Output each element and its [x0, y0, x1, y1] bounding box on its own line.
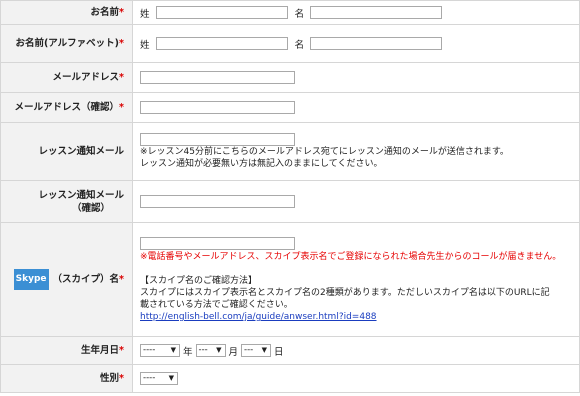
form-row-email: メールアドレス* [0, 62, 580, 93]
form-row-skype: Skype （スカイプ）名* ※電話番号やメールアドレス、スカイプ表示名でご登録に… [0, 222, 580, 337]
label-cell-skype: Skype （スカイプ）名* [0, 222, 133, 337]
field-cell-name-alpha: 姓 名 [132, 24, 580, 63]
year-unit: 年 [183, 346, 193, 358]
field-cell-notify: ※レッスン45分前にこちらのメールアドレス宛てにレッスン通知のメールが送信されま… [132, 122, 580, 181]
notify-confirm-label: レッスン通知メール [38, 189, 124, 201]
form-row-gender: 性別* ---- ▼ [0, 364, 580, 393]
month-unit: 月 [228, 346, 239, 358]
form-row-email-confirm: メールアドレス（確認）* [0, 92, 580, 123]
form-row-name: お名前* 姓 名 [0, 0, 580, 25]
required-mark: * [119, 373, 124, 384]
required-mark: * [119, 38, 124, 49]
first-name-input[interactable] [310, 6, 443, 19]
gender-select[interactable]: ---- ▼ [140, 372, 178, 385]
email-label: メールアドレス [52, 72, 120, 83]
label-cell-gender: 性別* [0, 364, 133, 393]
name-label: お名前 [90, 7, 120, 18]
field-cell-email [132, 62, 580, 93]
last-name-alpha-input[interactable] [155, 37, 288, 50]
last-name-input[interactable] [155, 6, 288, 19]
label-cell-birthday: 生年月日* [0, 336, 133, 365]
skype-warning: ※電話番号やメールアドレス、スカイプ表示名でご登録になられた場合先生からのコール… [140, 252, 562, 262]
field-cell-birthday: ---- ▼ 年 --- ▼ 月 --- ▼ 日 [132, 336, 580, 365]
field-cell-gender: ---- ▼ [132, 364, 580, 393]
email-confirm-label: メールアドレス（確認） [14, 102, 120, 113]
skype-info-title: 【スカイプ名のご確認方法】 [140, 276, 258, 286]
first-name-alpha-input[interactable] [310, 37, 443, 50]
skype-label: （スカイプ）名 [52, 274, 120, 285]
birth-year-select[interactable]: ---- ▼ [140, 344, 180, 357]
form-row-notify-confirm: レッスン通知メール （確認） [0, 180, 580, 223]
notify-confirm-sublabel: （確認） [71, 202, 110, 214]
label-cell-notify: レッスン通知メール [0, 122, 133, 181]
required-mark: * [119, 274, 124, 285]
birth-day-value: --- [244, 345, 254, 355]
field-cell-notify-confirm [132, 180, 580, 223]
notify-email-input[interactable] [140, 133, 295, 146]
birth-year-value: ---- [143, 345, 156, 355]
required-mark: * [119, 7, 124, 18]
gender-value: ---- [143, 373, 156, 383]
sei-label: 姓 [140, 39, 150, 51]
sei-label: 姓 [140, 8, 150, 20]
gender-label: 性別 [100, 373, 120, 384]
chevron-down-icon: ▼ [216, 346, 222, 354]
required-mark: * [119, 72, 124, 83]
chevron-down-icon: ▼ [261, 346, 268, 354]
notify-label: レッスン通知メール [38, 146, 124, 157]
mei-label: 名 [294, 8, 305, 20]
email-confirm-input[interactable] [140, 101, 295, 114]
birthday-label: 生年月日 [81, 345, 120, 356]
label-cell-email-confirm: メールアドレス（確認）* [0, 92, 133, 123]
birth-month-select[interactable]: --- ▼ [195, 344, 226, 357]
field-cell-email-confirm [132, 92, 580, 123]
day-unit: 日 [274, 346, 284, 358]
email-input[interactable] [140, 71, 295, 84]
birth-day-select[interactable]: --- ▼ [241, 344, 272, 357]
name-alpha-label: お名前(アルファベット) [15, 38, 120, 49]
form-row-notify: レッスン通知メール ※レッスン45分前にこちらのメールアドレス宛てにレッスン通知… [0, 122, 580, 181]
registration-form: お名前* 姓 名 お名前(アルファベット)* 姓 名 メールアドレス* メールア… [0, 0, 580, 393]
skype-info-line-2: 載されている方法でご確認ください。 [140, 300, 293, 310]
skype-guide-link[interactable]: http://english-bell.com/ja/guide/anwser.… [140, 312, 377, 322]
skype-info-line-1: スカイプにはスカイプ表示名とスカイプ名の2種類があります。ただしいスカイプ名は以… [140, 288, 550, 298]
skype-name-input[interactable] [140, 237, 295, 250]
label-cell-notify-confirm: レッスン通知メール （確認） [0, 180, 133, 223]
chevron-down-icon: ▼ [168, 374, 174, 382]
notify-note-1: ※レッスン45分前にこちらのメールアドレス宛てにレッスン通知のメールが送信されま… [140, 147, 509, 157]
mei-label: 名 [294, 39, 305, 51]
notify-email-confirm-input[interactable] [140, 195, 295, 208]
form-row-birthday: 生年月日* ---- ▼ 年 --- ▼ 月 --- ▼ 日 [0, 336, 580, 365]
label-cell-name: お名前* [0, 0, 133, 25]
required-mark: * [119, 102, 124, 113]
chevron-down-icon: ▼ [170, 346, 176, 354]
form-row-name-alpha: お名前(アルファベット)* 姓 名 [0, 24, 580, 63]
label-cell-email: メールアドレス* [0, 62, 133, 93]
field-cell-skype: ※電話番号やメールアドレス、スカイプ表示名でご登録になられた場合先生からのコール… [132, 222, 580, 337]
birth-month-value: --- [198, 345, 208, 355]
field-cell-name: 姓 名 [132, 0, 580, 25]
skype-logo: Skype [13, 269, 49, 290]
notify-note-2: レッスン通知が必要無い方は無記入のままにしてください。 [140, 159, 383, 169]
required-mark: * [119, 345, 124, 356]
label-cell-name-alpha: お名前(アルファベット)* [0, 24, 133, 63]
